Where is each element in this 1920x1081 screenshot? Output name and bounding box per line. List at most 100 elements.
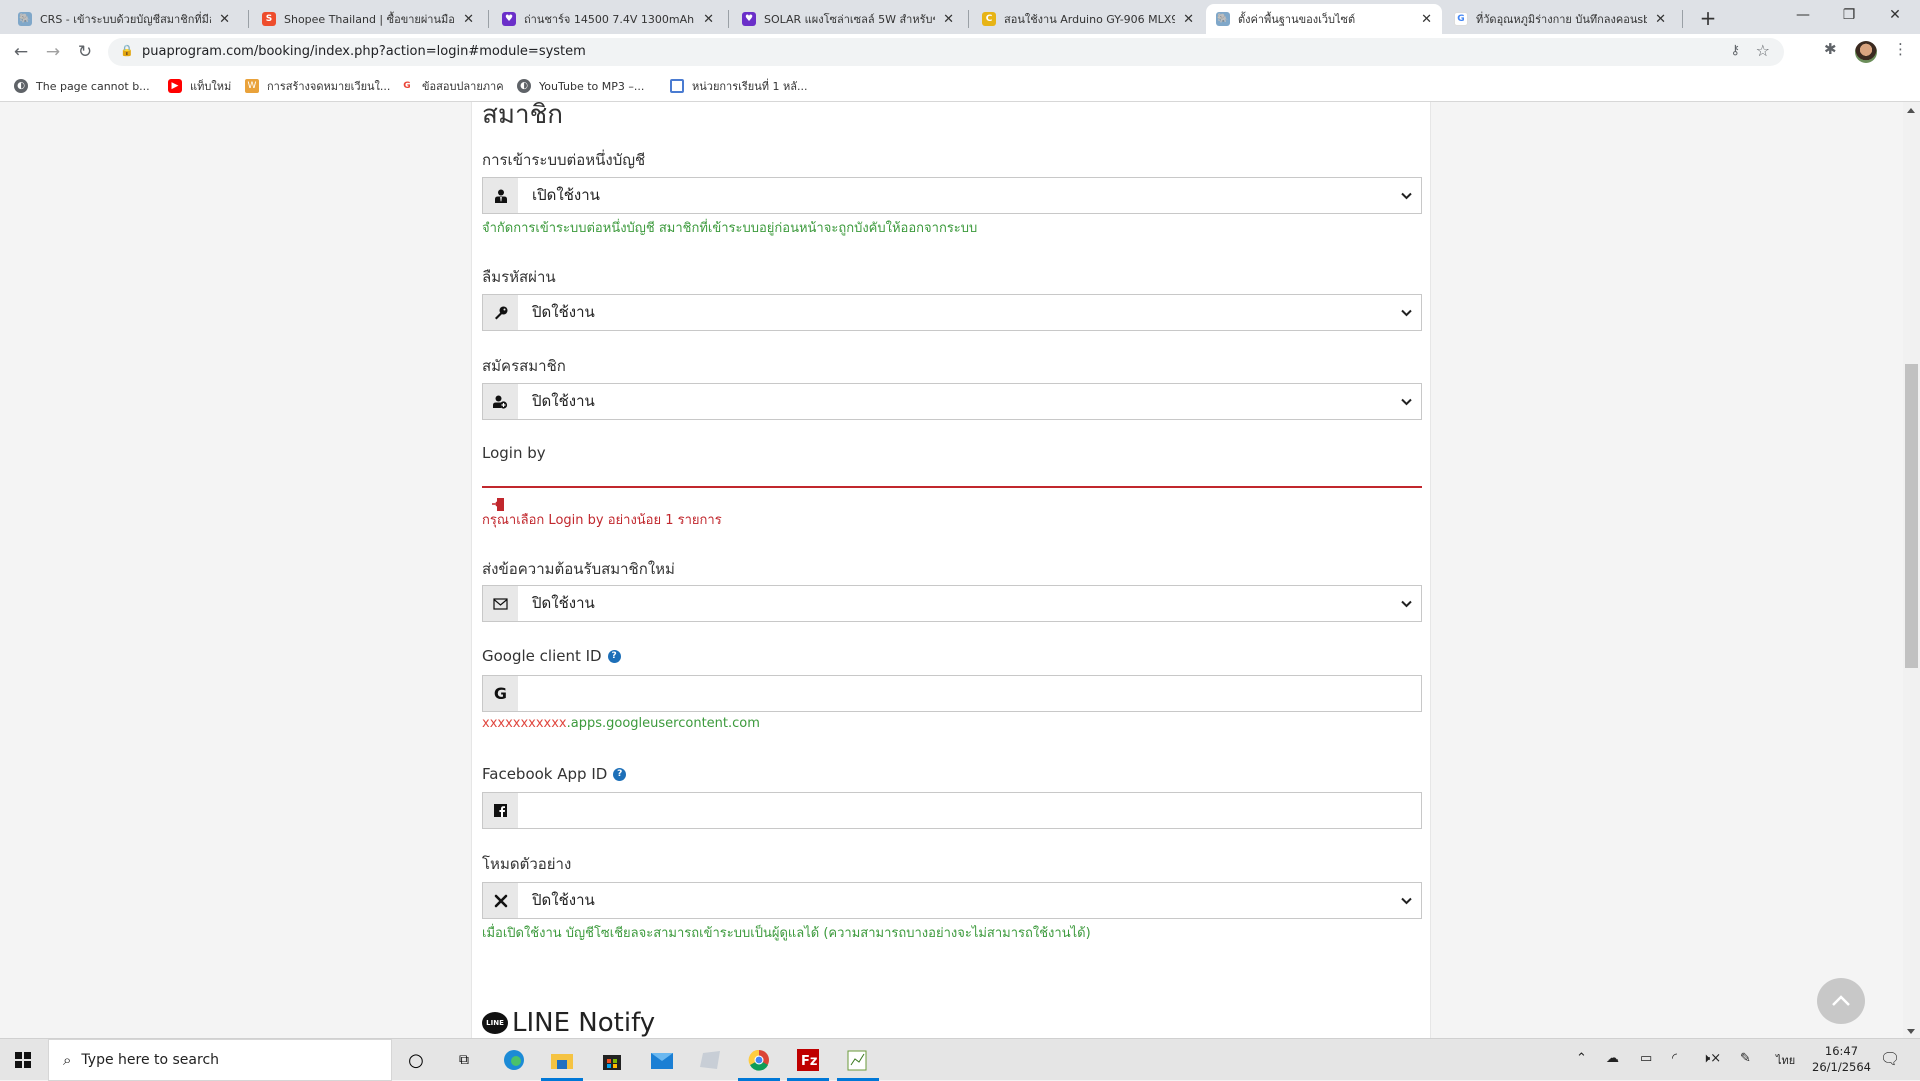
select-value: ปิดใช้งาน bbox=[532, 891, 595, 909]
tab-thermometer[interactable]: G ที่วัดอุณหภูมิร่างกาย บันทึกลงคอนsb - … bbox=[1444, 4, 1676, 34]
tab-title: ถ่านชาร์จ 14500 7.4V 1300mAh ปลั๊ก bbox=[524, 13, 695, 26]
scroll-up-arrow[interactable] bbox=[1907, 108, 1915, 113]
page-scrollbar[interactable] bbox=[1903, 102, 1920, 1038]
google-icon: G bbox=[400, 79, 414, 93]
tab-title: ตั้งค่าพื้นฐานของเว็บไซต์ bbox=[1238, 13, 1356, 26]
close-window-button[interactable]: ✕ bbox=[1872, 0, 1918, 30]
lock-icon[interactable]: 🔒 bbox=[120, 44, 134, 57]
profile-avatar[interactable] bbox=[1855, 41, 1877, 63]
help-icon[interactable]: ? bbox=[607, 649, 621, 663]
hint-prefix: xxxxxxxxxxx bbox=[482, 716, 567, 731]
login-per-account-select[interactable]: เปิดใช้งาน bbox=[482, 177, 1422, 214]
app-icon[interactable] bbox=[697, 1047, 723, 1073]
edge-icon[interactable] bbox=[501, 1047, 527, 1073]
tab-separator bbox=[728, 10, 729, 28]
google-icon: G bbox=[483, 676, 518, 711]
notifications-icon[interactable]: 🗨 bbox=[1880, 1049, 1900, 1068]
close-tab-icon[interactable]: ✕ bbox=[943, 12, 954, 27]
mail-icon[interactable] bbox=[649, 1047, 675, 1073]
volume-muted-icon[interactable]: 🕨× bbox=[1702, 1051, 1721, 1066]
bookmark-item[interactable]: หน่วยการเรียนที่ 1 หลั... bbox=[670, 76, 808, 96]
start-button[interactable] bbox=[10, 1047, 36, 1073]
task-view-icon[interactable]: ⧉ bbox=[451, 1047, 477, 1073]
clock-date: 26/1/2564 bbox=[1812, 1060, 1871, 1074]
login-by-options-invalid[interactable] bbox=[482, 486, 1422, 488]
extensions-icon[interactable]: ✱ bbox=[1824, 40, 1837, 58]
show-hidden-icons[interactable]: ⌃ bbox=[1576, 1051, 1587, 1066]
close-tab-icon[interactable]: ✕ bbox=[1183, 12, 1194, 27]
input-language[interactable]: ไทย bbox=[1776, 1051, 1795, 1069]
bookmark-item[interactable]: ◐ YouTube to MP3 –... bbox=[517, 76, 644, 96]
hint-suffix: .apps.googleusercontent.com bbox=[566, 716, 760, 731]
restore-button[interactable]: ❐ bbox=[1826, 0, 1872, 30]
tab-separator bbox=[248, 10, 249, 28]
google-client-id-label: Google client ID ? bbox=[482, 647, 621, 665]
scrollbar-thumb[interactable] bbox=[1905, 364, 1918, 668]
demo-mode-select[interactable]: ปิดใช้งาน bbox=[482, 882, 1422, 919]
editor-icon[interactable] bbox=[837, 1047, 879, 1081]
address-bar[interactable]: 🔒 puaprogram.com/booking/index.php?actio… bbox=[108, 38, 1784, 66]
taskbar-clock[interactable]: 16:47 26/1/2564 bbox=[1812, 1043, 1871, 1075]
bookmark-item[interactable]: ◐ The page cannot b... bbox=[14, 76, 150, 96]
menu-icon[interactable]: ⋮ bbox=[1893, 40, 1908, 58]
arduino-site-icon: C bbox=[982, 12, 996, 26]
chrome-icon[interactable] bbox=[738, 1047, 780, 1081]
file-explorer-icon[interactable] bbox=[541, 1047, 583, 1081]
tab-solar[interactable]: ♥ SOLAR แผงโซล่าเซลล์ 5W สำหรับชาร์จ ✕ bbox=[732, 4, 964, 34]
demo-mode-label: โหมดตัวอย่าง bbox=[482, 855, 572, 873]
scroll-down-arrow[interactable] bbox=[1907, 1029, 1915, 1034]
register-select[interactable]: ปิดใช้งาน bbox=[482, 383, 1422, 420]
close-tab-icon[interactable]: ✕ bbox=[219, 12, 230, 27]
new-tab-button[interactable]: + bbox=[1694, 4, 1722, 32]
scroll-to-top-button[interactable] bbox=[1817, 978, 1865, 1024]
elephant-icon: 🐘 bbox=[1216, 12, 1230, 26]
section-title-members: สมาชิก bbox=[482, 102, 563, 130]
back-button[interactable]: ← bbox=[9, 40, 33, 64]
close-tab-icon[interactable]: ✕ bbox=[1421, 12, 1432, 27]
forms-icon bbox=[670, 79, 684, 93]
taskbar-search[interactable]: ⌕ Type here to search bbox=[48, 1039, 392, 1081]
office-icon: W bbox=[245, 79, 259, 93]
chevron-down-icon bbox=[1391, 883, 1421, 918]
close-tab-icon[interactable]: ✕ bbox=[1655, 12, 1666, 27]
filezilla-icon[interactable]: Fz bbox=[787, 1047, 829, 1081]
close-tab-icon[interactable]: ✕ bbox=[463, 12, 474, 27]
help-icon[interactable]: ? bbox=[613, 767, 627, 781]
store-icon[interactable] bbox=[599, 1047, 625, 1073]
bookmark-item[interactable]: G ข้อสอบปลายภาค bbox=[400, 76, 504, 96]
chevron-down-icon bbox=[1391, 384, 1421, 419]
bookmark-label: แท็บใหม่ bbox=[190, 80, 232, 93]
line-notify-heading: LINE LINE Notify bbox=[482, 1008, 655, 1038]
pen-icon[interactable]: ✎ bbox=[1740, 1051, 1751, 1066]
tab-arduino[interactable]: C สอนใช้งาน Arduino GY-906 MLX90 ✕ bbox=[972, 4, 1204, 34]
welcome-message-select[interactable]: ปิดใช้งาน bbox=[482, 585, 1422, 622]
browser-toolbar: ← → ↻ 🔒 puaprogram.com/booking/index.php… bbox=[0, 34, 1920, 70]
minimize-button[interactable]: — bbox=[1780, 0, 1826, 30]
wifi-icon[interactable]: ◜ bbox=[1672, 1051, 1677, 1066]
close-tab-icon[interactable]: ✕ bbox=[703, 12, 714, 27]
bookmark-item[interactable]: W การสร้างจดหมายเวียนใ... bbox=[245, 76, 390, 96]
tab-title: Shopee Thailand | ซื้อขายผ่านมือถือ bbox=[284, 13, 456, 26]
input-value[interactable] bbox=[518, 676, 1421, 711]
battery-icon[interactable]: ▭ bbox=[1640, 1051, 1652, 1066]
url-text[interactable]: puaprogram.com/booking/index.php?action=… bbox=[142, 44, 586, 59]
envelope-icon bbox=[483, 586, 518, 621]
select-value: ปิดใช้งาน bbox=[532, 594, 595, 612]
tab-site-settings[interactable]: 🐘 ตั้งค่าพื้นฐานของเว็บไซต์ ✕ bbox=[1206, 4, 1442, 34]
google-icon: G bbox=[1454, 12, 1468, 26]
bookmark-item[interactable]: ▶ แท็บใหม่ bbox=[168, 76, 231, 96]
tab-crs-login[interactable]: 🐘 CRS - เข้าระบบด้วยบัญชีสมาชิกที่มีอยู่… bbox=[8, 4, 240, 34]
bookmark-star-icon[interactable]: ☆ bbox=[1756, 41, 1770, 60]
key-icon[interactable]: ⚷ bbox=[1730, 43, 1740, 58]
tab-shopee[interactable]: S Shopee Thailand | ซื้อขายผ่านมือถือ ✕ bbox=[252, 4, 484, 34]
forward-button[interactable]: → bbox=[41, 40, 65, 64]
google-client-id-input[interactable]: G bbox=[482, 675, 1422, 712]
onedrive-icon[interactable]: ☁ bbox=[1606, 1051, 1619, 1066]
facebook-app-id-input[interactable] bbox=[482, 792, 1422, 829]
lazada-icon: ♥ bbox=[502, 12, 516, 26]
input-value[interactable] bbox=[518, 793, 1421, 828]
cortana-icon[interactable]: ○ bbox=[403, 1047, 429, 1073]
forgot-password-select[interactable]: ปิดใช้งาน bbox=[482, 294, 1422, 331]
tab-battery[interactable]: ♥ ถ่านชาร์จ 14500 7.4V 1300mAh ปลั๊ก ✕ bbox=[492, 4, 724, 34]
reload-button[interactable]: ↻ bbox=[73, 40, 97, 64]
